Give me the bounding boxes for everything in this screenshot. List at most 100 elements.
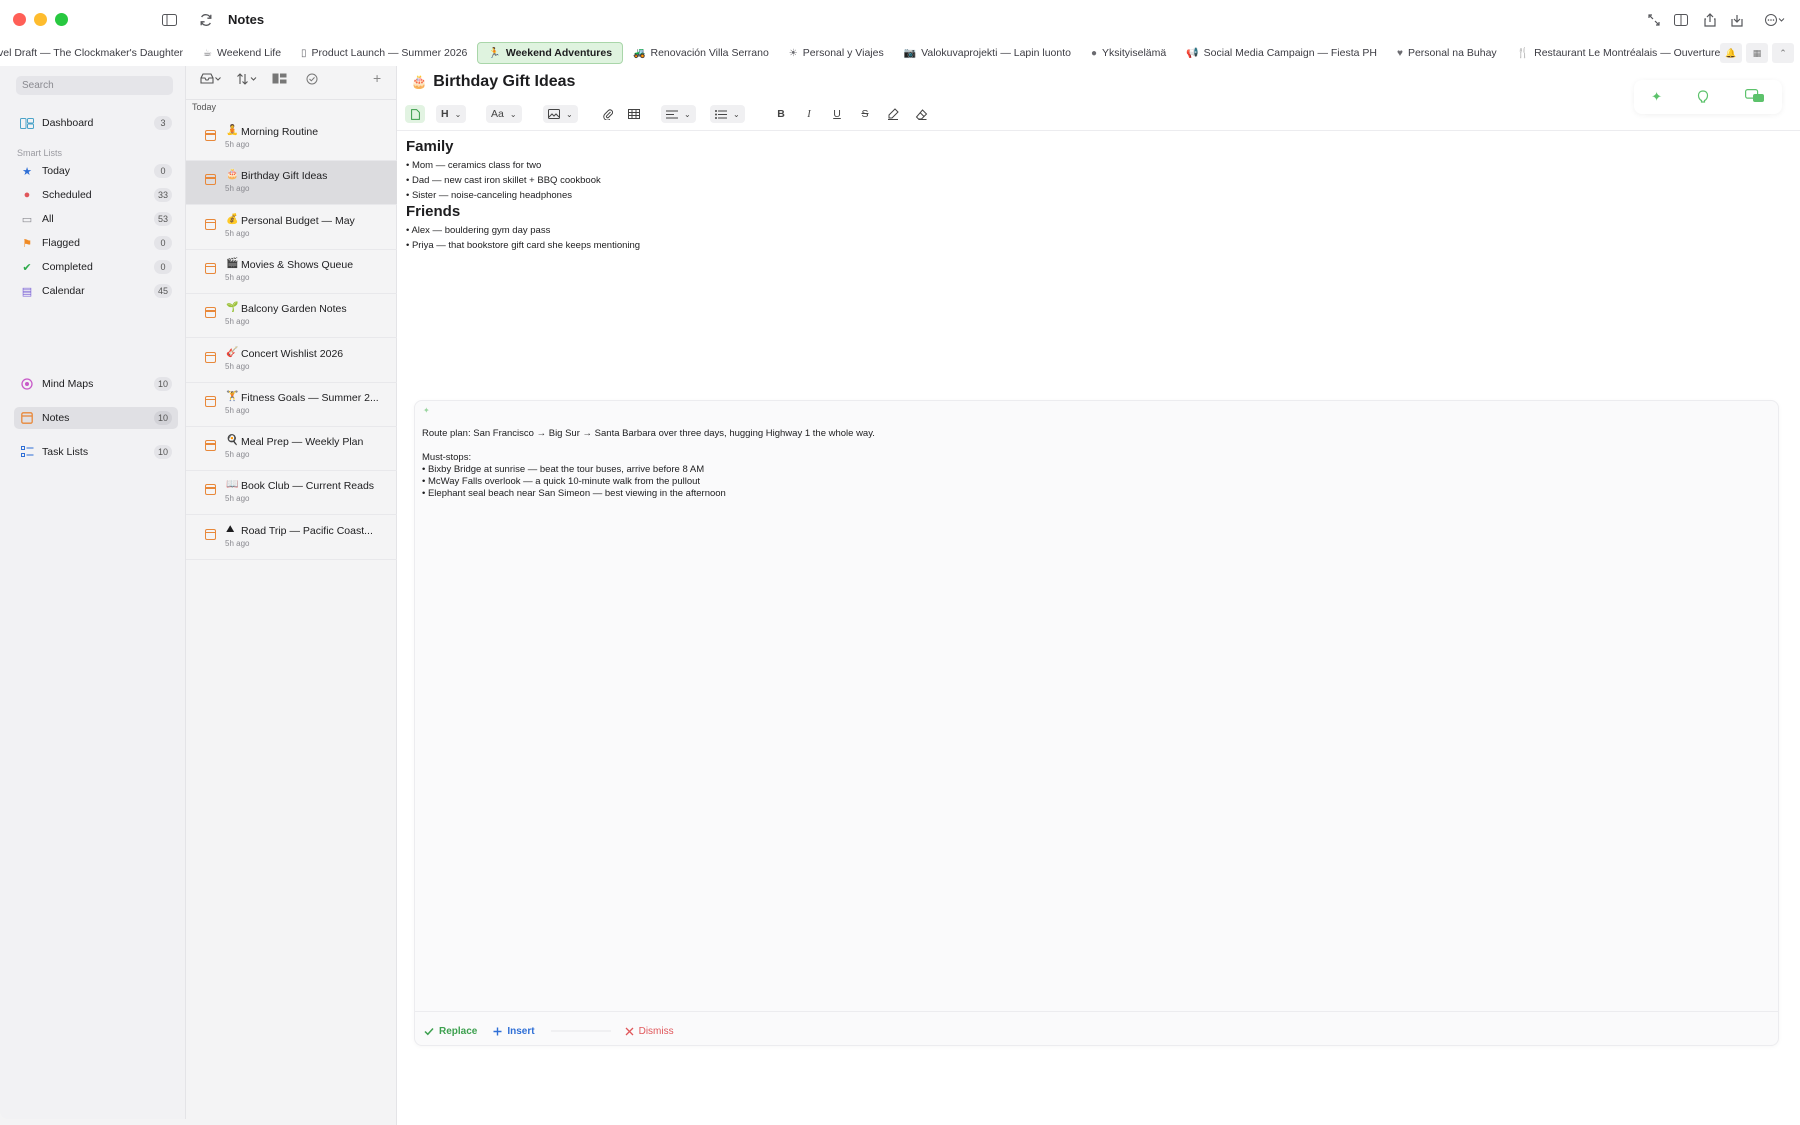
bold-button[interactable]: B xyxy=(773,105,789,123)
note-list-item[interactable]: 🌱 Balcony Garden Notes 5h ago xyxy=(186,294,397,339)
editor: 🎂 Birthday Gift Ideas ✦ H ⌄ Aa ⌄ ⌄ ⌄ ⌄ B… xyxy=(397,66,1800,1125)
sort-icon[interactable] xyxy=(236,73,258,88)
sidebar-item-completed[interactable]: ✔ Completed 0 xyxy=(14,256,178,278)
checkmark-icon xyxy=(424,1027,434,1035)
close-window-button[interactable] xyxy=(13,13,26,26)
insert-button[interactable]: Insert xyxy=(493,1026,535,1037)
export-icon[interactable] xyxy=(1726,9,1748,31)
chevron-up-icon[interactable]: ⌃ xyxy=(1772,43,1794,63)
note-list-item[interactable]: 🍳 Meal Prep — Weekly Plan 5h ago xyxy=(186,427,397,472)
search-input[interactable] xyxy=(16,76,173,95)
strikethrough-button[interactable]: S xyxy=(857,105,873,123)
tab-label: Weekend Adventures xyxy=(505,47,613,59)
tab-2[interactable]: ▯ Product Launch — Summer 2026 xyxy=(291,42,477,64)
tab-8[interactable]: 📢 Social Media Campaign — Fiesta PH xyxy=(1176,42,1387,64)
note-list-item[interactable]: 🎂 Birthday Gift Ideas 5h ago xyxy=(186,161,397,206)
tab-6[interactable]: 📷 Valokuvaprojekti — Lapin luonto xyxy=(894,42,1081,64)
split-view-icon[interactable] xyxy=(1670,9,1692,31)
note-list-item[interactable]: 🧘 Morning Routine 5h ago xyxy=(186,117,397,161)
attachment-icon[interactable] xyxy=(600,105,616,123)
sidebar-item-task-lists[interactable]: Task Lists 10 xyxy=(14,441,178,463)
note-list-item[interactable]: 🏋 Fitness Goals — Summer 2... 5h ago xyxy=(186,383,397,427)
note-emoji: 🏋 xyxy=(226,390,239,402)
image-dropdown[interactable]: ⌄ xyxy=(543,105,578,123)
tab-label: Product Launch — Summer 2026 xyxy=(311,47,468,59)
note-list-item[interactable]: ⛰ Road Trip — Pacific Coast... 5h ago xyxy=(186,516,397,560)
sidebar-item-flagged[interactable]: ⚑ Flagged 0 xyxy=(14,232,178,254)
underline-button[interactable]: U xyxy=(829,105,845,123)
sidebar-item-mind-maps[interactable]: Mind Maps 10 xyxy=(14,373,178,395)
note-emoji: 🌱 xyxy=(226,302,239,314)
more-options-icon[interactable] xyxy=(1762,9,1788,31)
tab-1[interactable]: ☕ Weekend Life xyxy=(193,42,291,64)
runner-icon: 🏃 xyxy=(488,47,501,59)
cup-icon: ☕ xyxy=(203,47,213,59)
note-body[interactable]: Family • Mom — ceramics class for two • Da… xyxy=(406,138,640,253)
layout-icon[interactable]: ▦ xyxy=(1746,43,1768,63)
font-dropdown[interactable]: Aa ⌄ xyxy=(486,105,522,123)
note-list-item[interactable]: 🎬 Movies & Shows Queue 5h ago xyxy=(186,250,397,294)
list-dropdown[interactable]: ⌄ xyxy=(710,105,745,123)
note-title[interactable]: 🎂 Birthday Gift Ideas xyxy=(411,73,575,91)
sidebar-item-all[interactable]: ▭ All 53 xyxy=(14,208,178,230)
tab-0[interactable]: vel Draft — The Clockmaker's Daughter xyxy=(0,42,193,64)
note-list-item[interactable]: 📖 Book Club — Current Reads 5h ago xyxy=(186,471,397,516)
share-icon[interactable] xyxy=(1699,9,1721,31)
sidebar-item-calendar[interactable]: ▤ Calendar 45 xyxy=(14,280,178,302)
minimize-window-button[interactable] xyxy=(34,13,47,26)
tab-9[interactable]: ♥ Personal na Buhay xyxy=(1387,42,1507,64)
sidebar-item-notes[interactable]: Notes 10 xyxy=(14,407,178,429)
dismiss-button[interactable]: Dismiss xyxy=(625,1026,674,1037)
italic-button[interactable]: I xyxy=(801,105,817,123)
tab-4[interactable]: 🚜 Renovación Villa Serrano xyxy=(623,42,779,64)
count-badge: 10 xyxy=(153,445,172,459)
sidebar-toggle-icon[interactable] xyxy=(158,9,180,31)
note-calendar-icon xyxy=(205,174,216,186)
tab-7[interactable]: ● Yksityiselämä xyxy=(1081,42,1176,64)
count-badge: 10 xyxy=(153,377,172,391)
bell-icon[interactable]: 🔔 xyxy=(1720,43,1742,63)
document-icon: ▯ xyxy=(301,47,307,59)
table-icon[interactable] xyxy=(626,105,642,123)
note-group-label: Today xyxy=(192,102,217,112)
note-title: Book Club — Current Reads xyxy=(241,480,375,493)
note-list-item[interactable]: 💰 Personal Budget — May 5h ago xyxy=(186,206,397,250)
highlighter-icon[interactable] xyxy=(885,105,901,123)
eraser-icon[interactable] xyxy=(913,105,929,123)
sidebar-item-today[interactable]: ★ Today 0 xyxy=(14,160,178,182)
tab-5[interactable]: ☀ Personal y Viajes xyxy=(779,42,894,64)
mind-map-icon xyxy=(20,378,34,390)
chevron-down-icon: ⌄ xyxy=(733,109,740,119)
sidebar-item-label: Completed xyxy=(42,261,93,273)
heading-label: H xyxy=(441,108,449,120)
heading-dropdown[interactable]: H ⌄ xyxy=(436,105,467,123)
sidebar-item-scheduled[interactable]: ● Scheduled 33 xyxy=(14,184,178,206)
note-list-item[interactable]: 🎸 Concert Wishlist 2026 5h ago xyxy=(186,339,397,383)
star-icon: ★ xyxy=(22,165,32,178)
add-note-button[interactable]: + xyxy=(373,70,381,86)
section-heading: Family xyxy=(406,138,454,155)
tab-10[interactable]: 🍴 Restaurant Le Montréalais — Ouverture xyxy=(1507,42,1731,64)
note-timestamp: 5h ago xyxy=(225,184,250,194)
tractor-icon: 🚜 xyxy=(633,47,646,59)
note-title: Balcony Garden Notes xyxy=(241,303,347,316)
section-heading: Friends xyxy=(406,203,461,220)
replace-button[interactable]: Replace xyxy=(424,1026,477,1037)
sidebar-item-dashboard[interactable]: Dashboard 3 xyxy=(14,112,178,134)
count-badge: 33 xyxy=(153,188,172,202)
count-badge: 45 xyxy=(153,284,172,298)
align-dropdown[interactable]: ⌄ xyxy=(661,105,696,123)
list-item: • Alex — bouldering gym day pass xyxy=(406,225,551,236)
note-calendar-icon xyxy=(205,440,216,452)
document-mode-icon[interactable] xyxy=(405,105,425,123)
note-title: Birthday Gift Ideas xyxy=(241,170,328,183)
tab-3[interactable]: 🏃 Weekend Adventures xyxy=(477,42,624,64)
view-mode-icon[interactable] xyxy=(272,73,287,87)
tab-label: Yksityiselämä xyxy=(1102,47,1167,59)
expand-icon[interactable] xyxy=(1643,9,1665,31)
check-circle-icon[interactable] xyxy=(306,73,318,88)
maximize-window-button[interactable] xyxy=(55,13,68,26)
sync-icon[interactable] xyxy=(195,9,217,31)
tray-filter-icon[interactable] xyxy=(200,73,222,88)
tab-label: Personal y Viajes xyxy=(802,47,884,59)
